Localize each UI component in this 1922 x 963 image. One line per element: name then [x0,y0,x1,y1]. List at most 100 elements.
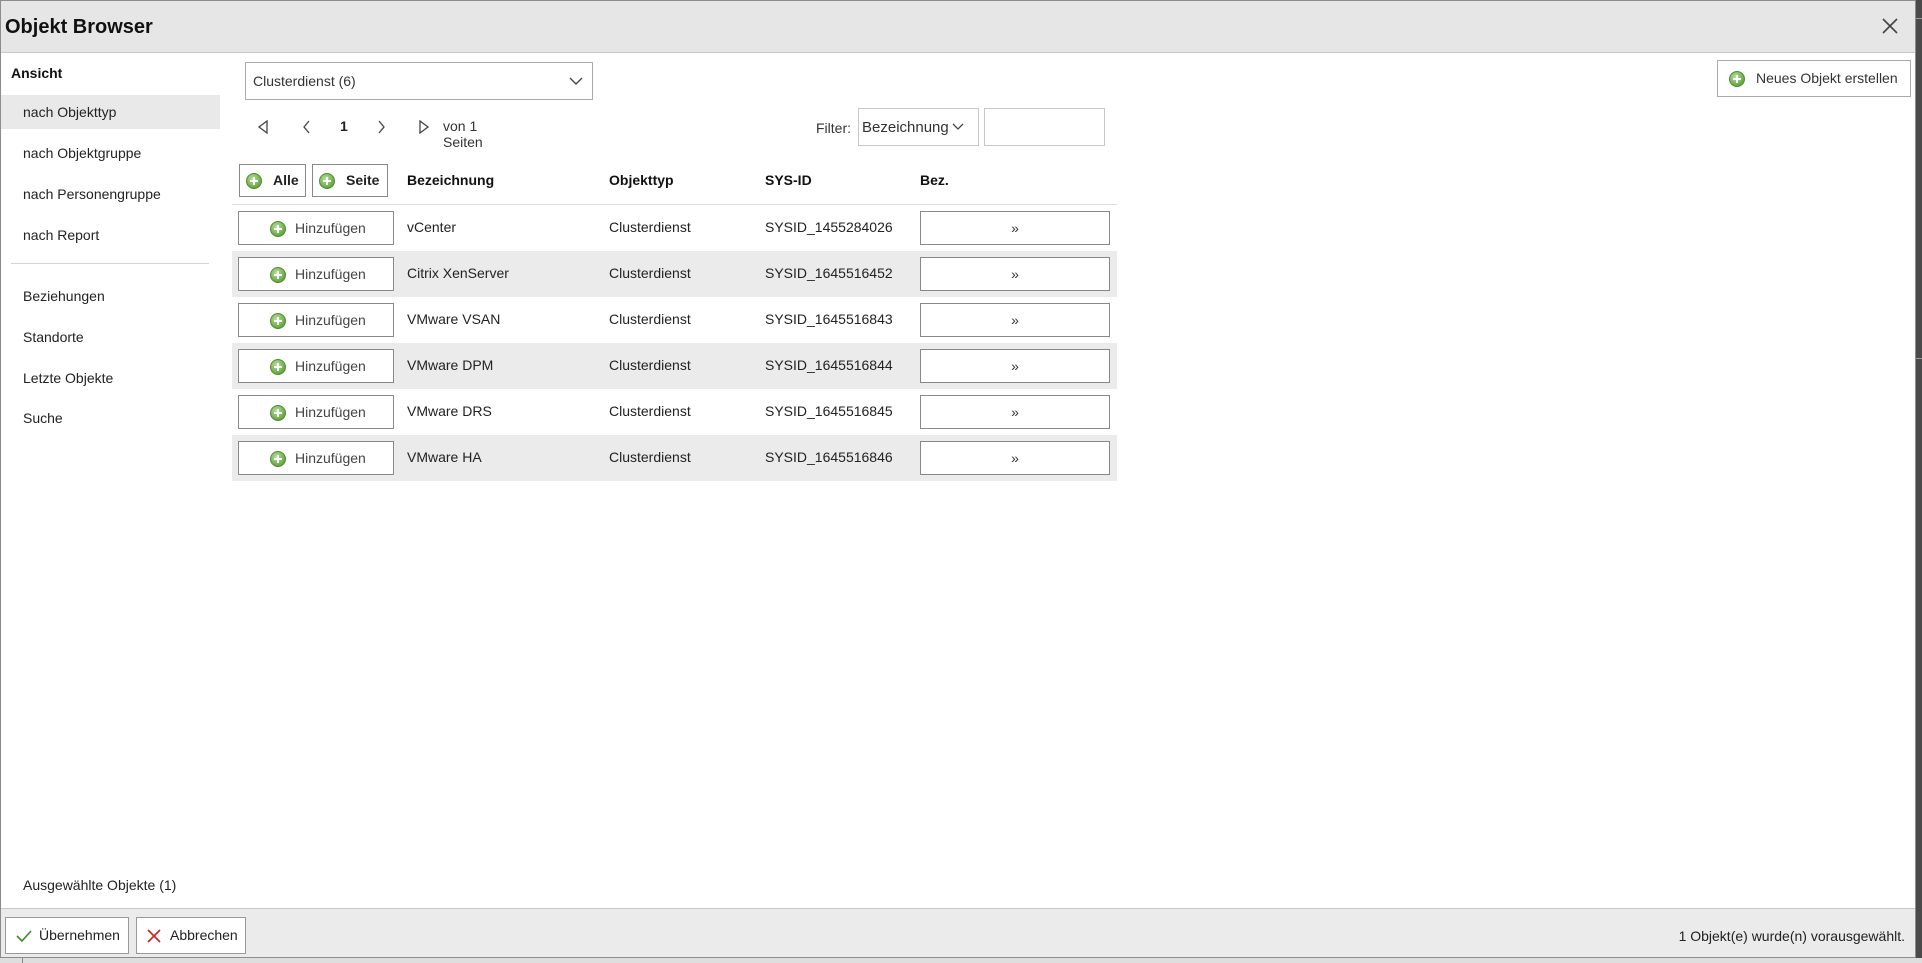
cell-name: vCenter [407,219,457,235]
cell-type: Clusterdienst [609,311,691,327]
sidebar-item-search[interactable]: Suche [1,401,220,435]
add-page-label: Seite [346,172,380,188]
chevron-down-icon [569,77,583,85]
cell-sysid: SYSID_1645516844 [765,357,893,373]
plus-circle-icon [270,267,286,283]
plus-circle-icon [1729,71,1745,87]
cell-name: VMware VSAN [407,311,501,327]
filter-field-select[interactable]: Bezeichnung [858,108,979,146]
dialog-titlebar: Objekt Browser [1,1,1915,53]
x-icon [147,929,161,943]
plus-circle-icon [270,451,286,467]
cell-type: Clusterdienst [609,265,691,281]
plus-circle-icon [270,221,286,237]
first-page-icon[interactable] [257,119,269,135]
background-divider [1916,358,1922,359]
cell-type: Clusterdienst [609,449,691,465]
add-object-button[interactable]: Hinzufügen [238,303,394,337]
dialog-title: Objekt Browser [5,16,153,38]
plus-circle-icon [270,405,286,421]
apply-button[interactable]: Übernehmen [5,917,129,954]
apply-label: Übernehmen [39,927,120,943]
relation-button[interactable]: » [920,211,1110,245]
chevron-down-icon [952,123,964,130]
add-label: Hinzufügen [295,312,366,328]
sidebar-item-relations[interactable]: Beziehungen [1,279,220,313]
background-window-edge [0,958,1922,963]
cell-name: VMware HA [407,449,482,465]
prev-page-icon[interactable] [302,119,312,135]
sidebar-item-report[interactable]: nach Report [1,218,220,252]
sidebar-item-objectgroup[interactable]: nach Objektgruppe [1,136,220,170]
new-object-label: Neues Objekt erstellen [1756,70,1898,86]
close-icon[interactable] [1881,17,1899,35]
cancel-label: Abbrechen [170,927,238,943]
relation-button[interactable]: » [920,441,1110,475]
add-label: Hinzufügen [295,404,366,420]
sidebar-item-recent[interactable]: Letzte Objekte [1,361,220,395]
table-row: Hinzufügen VMware DRS Clusterdienst SYSI… [232,389,1117,435]
check-icon [16,930,32,943]
sidebar-divider [11,263,209,264]
cell-sysid: SYSID_1645516843 [765,311,893,327]
cell-type: Clusterdienst [609,219,691,235]
cell-sysid: SYSID_1645516452 [765,265,893,281]
selected-objects-link[interactable]: Ausgewählte Objekte (1) [23,877,176,893]
table-row: Hinzufügen vCenter Clusterdienst SYSID_1… [232,205,1117,251]
add-object-button[interactable]: Hinzufügen [238,211,394,245]
relation-button[interactable]: » [920,303,1110,337]
add-object-button[interactable]: Hinzufügen [238,395,394,429]
cell-type: Clusterdienst [609,357,691,373]
background-divider [1916,18,1922,19]
dialog-footer: Übernehmen Abbrechen 1 Objekt(e) wurde(n… [1,908,1915,957]
new-object-button[interactable]: Neues Objekt erstellen [1717,60,1911,97]
relation-button[interactable]: » [920,257,1110,291]
column-header-relation[interactable]: Bez. [920,172,949,188]
add-object-button[interactable]: Hinzufügen [238,349,394,383]
cell-sysid: SYSID_1645516846 [765,449,893,465]
column-header-type[interactable]: Objekttyp [609,172,674,188]
add-object-button[interactable]: Hinzufügen [238,441,394,475]
filter-field-value: Bezeichnung [862,119,949,136]
add-object-button[interactable]: Hinzufügen [238,257,394,291]
object-browser-dialog: Objekt Browser Ansicht nach Objekttyp na… [0,0,1916,958]
table-row: Hinzufügen VMware DPM Clusterdienst SYSI… [232,343,1117,389]
filter-input[interactable] [984,108,1105,146]
table-row: Hinzufügen VMware HA Clusterdienst SYSID… [232,435,1117,481]
background-window [1916,0,1922,963]
sidebar-heading: Ansicht [11,65,63,81]
plus-circle-icon [270,359,286,375]
add-label: Hinzufügen [295,358,366,374]
page-count-text: von 1 Seiten [443,118,483,150]
cell-name: VMware DRS [407,403,492,419]
add-all-label: Alle [273,172,299,188]
add-label: Hinzufügen [295,220,366,236]
last-page-icon[interactable] [418,119,430,135]
plus-circle-icon [246,173,262,189]
next-page-icon[interactable] [376,119,386,135]
column-header-name[interactable]: Bezeichnung [407,172,494,188]
plus-circle-icon [270,313,286,329]
object-type-select[interactable]: Clusterdienst (6) [245,62,593,100]
sidebar-item-persongroup[interactable]: nach Personengruppe [1,177,220,211]
status-text: 1 Objekt(e) wurde(n) vorausgewählt. [1678,928,1905,944]
sidebar-item-objecttype[interactable]: nach Objekttyp [1,95,220,129]
cell-name: Citrix XenServer [407,265,509,281]
filter-label: Filter: [816,120,851,136]
cancel-button[interactable]: Abbrechen [136,917,246,954]
add-all-button[interactable]: Alle [239,164,306,197]
relation-button[interactable]: » [920,395,1110,429]
plus-circle-icon [319,173,335,189]
cell-name: VMware DPM [407,357,494,373]
cell-sysid: SYSID_1455284026 [765,219,893,235]
table-row: Hinzufügen Citrix XenServer Clusterdiens… [232,251,1117,297]
background-divider [22,958,23,963]
column-header-sysid[interactable]: SYS-ID [765,172,812,188]
cell-type: Clusterdienst [609,403,691,419]
sidebar: Ansicht nach Objekttyp nach Objektgruppe… [1,53,221,908]
relation-button[interactable]: » [920,349,1110,383]
table-row: Hinzufügen VMware VSAN Clusterdienst SYS… [232,297,1117,343]
add-page-button[interactable]: Seite [312,164,388,197]
current-page-number: 1 [340,118,348,134]
sidebar-item-locations[interactable]: Standorte [1,320,220,354]
